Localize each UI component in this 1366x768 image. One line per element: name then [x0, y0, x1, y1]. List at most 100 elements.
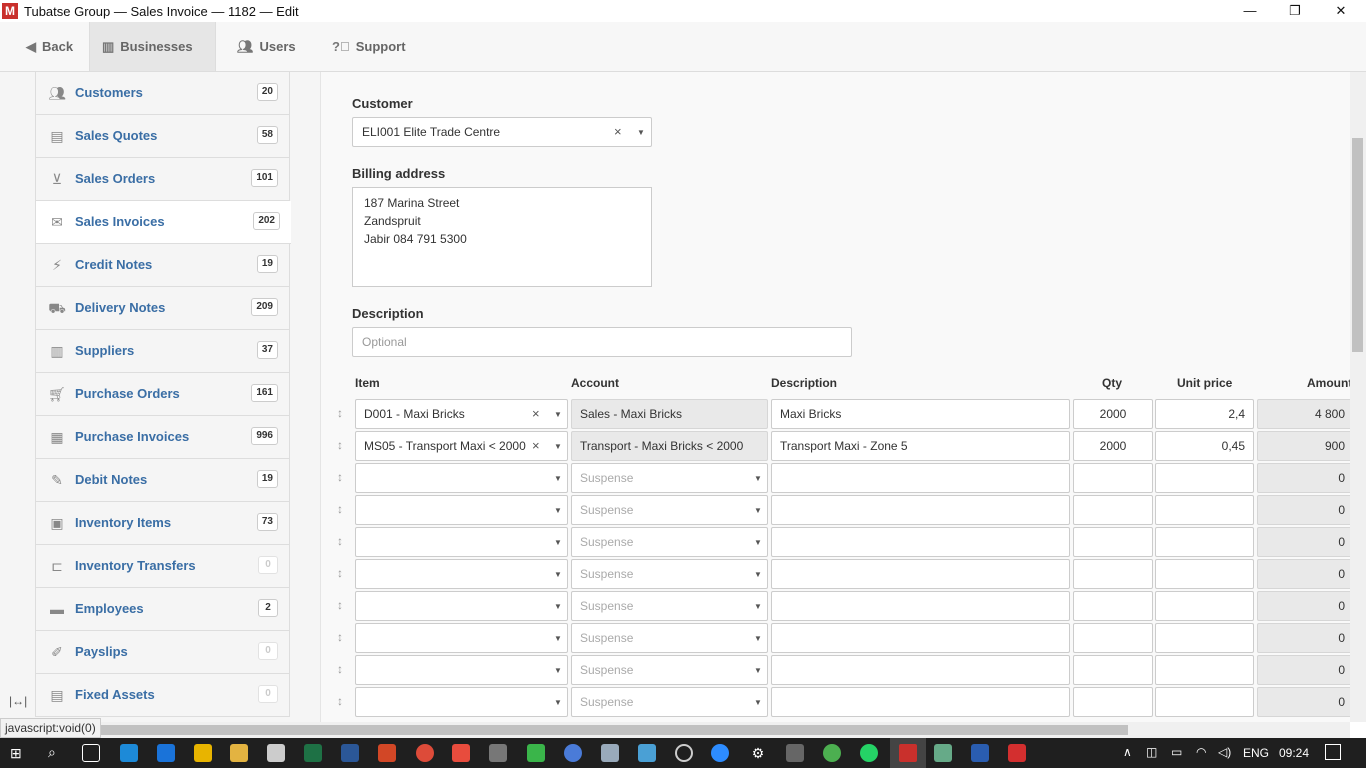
back-button[interactable]: ◀ Back	[14, 22, 85, 72]
account-select[interactable]: Suspense	[571, 527, 768, 557]
unit-price-input[interactable]	[1155, 527, 1254, 557]
item-select[interactable]	[355, 559, 568, 589]
unit-price-input[interactable]	[1155, 559, 1254, 589]
excel-icon[interactable]	[304, 744, 322, 762]
store-icon[interactable]	[267, 744, 285, 762]
description-input[interactable]: Optional	[352, 327, 852, 357]
qty-input[interactable]	[1073, 623, 1153, 653]
sidebar-item-fixed-assets[interactable]: ▤ Fixed Assets 0	[35, 674, 290, 717]
customer-select[interactable]: ELI001 Elite Trade Centre	[352, 117, 652, 147]
qty-input[interactable]: 2000	[1073, 399, 1153, 429]
line-description-input[interactable]: Transport Maxi - Zone 5	[771, 431, 1070, 461]
calculator-icon[interactable]	[786, 744, 804, 762]
unit-price-input[interactable]	[1155, 495, 1254, 525]
account-select[interactable]: Suspense	[571, 495, 768, 525]
chrome-icon[interactable]	[416, 744, 434, 762]
powerpoint-icon[interactable]	[378, 744, 396, 762]
volume-icon[interactable]: ◁)	[1218, 745, 1231, 759]
sidebar-item-purchase-invoices[interactable]: ▦ Purchase Invoices 996	[35, 416, 290, 459]
drag-handle-icon[interactable]: ↕	[337, 438, 343, 452]
clear-item-icon[interactable]: ×	[532, 406, 540, 421]
unit-price-input[interactable]	[1155, 463, 1254, 493]
expand-sidebar-icon[interactable]: |↔|	[9, 694, 27, 708]
sidebar-item-credit-notes[interactable]: ⚡︎ Credit Notes 19	[35, 244, 290, 287]
unit-price-input[interactable]	[1155, 623, 1254, 653]
file-explorer-icon[interactable]	[230, 744, 248, 762]
drag-handle-icon[interactable]: ↕	[337, 630, 343, 644]
sidebar-item-delivery-notes[interactable]: ⛟ Delivery Notes 209	[35, 287, 290, 330]
sidebar-item-payslips[interactable]: ✐ Payslips 0	[35, 631, 290, 674]
billing-address-textarea[interactable]: 187 Marina Street Zandspruit Jabir 084 7…	[352, 187, 652, 287]
account-select[interactable]: Suspense	[571, 623, 768, 653]
gauge-icon[interactable]	[675, 744, 693, 762]
sidebar-item-inventory-items[interactable]: ▣ Inventory Items 73	[35, 502, 290, 545]
account-field[interactable]: Transport - Maxi Bricks < 2000	[571, 431, 768, 461]
edge-icon[interactable]	[157, 744, 175, 762]
drag-handle-icon[interactable]: ↕	[337, 662, 343, 676]
vertical-scroll-thumb[interactable]	[1352, 138, 1363, 352]
drag-handle-icon[interactable]: ↕	[337, 470, 343, 484]
search-icon[interactable]: ⌕	[48, 744, 56, 761]
spreadsheet-icon[interactable]	[934, 744, 952, 762]
wifi-icon[interactable]: ◠	[1196, 745, 1206, 759]
line-description-input[interactable]	[771, 655, 1070, 685]
clock[interactable]: 09:24	[1279, 746, 1309, 760]
drag-handle-icon[interactable]: ↕	[337, 534, 343, 548]
manager-taskbar-item[interactable]	[890, 738, 926, 768]
game-icon[interactable]	[489, 744, 507, 762]
sidebar-item-suppliers[interactable]: ▥ Suppliers 37	[35, 330, 290, 373]
item-select[interactable]	[355, 463, 568, 493]
sidebar-item-sales-orders[interactable]: ⊻ Sales Orders 101	[35, 158, 290, 201]
unit-price-input[interactable]	[1155, 687, 1254, 717]
drag-handle-icon[interactable]: ↕	[337, 694, 343, 708]
qty-input[interactable]: 2000	[1073, 431, 1153, 461]
account-select[interactable]: Suspense	[571, 655, 768, 685]
outlook-icon[interactable]	[194, 744, 212, 762]
ie-icon[interactable]	[120, 744, 138, 762]
sidebar-item-employees[interactable]: ▬ Employees 2	[35, 588, 290, 631]
word-icon[interactable]	[341, 744, 359, 762]
line-description-input[interactable]: Maxi Bricks	[771, 399, 1070, 429]
pdf-icon[interactable]	[1008, 744, 1026, 762]
zoom-icon[interactable]	[711, 744, 729, 762]
account-select[interactable]: Suspense	[571, 591, 768, 621]
drag-handle-icon[interactable]: ↕	[337, 598, 343, 612]
account-select[interactable]: Suspense	[571, 687, 768, 717]
sidebar-item-inventory-transfers[interactable]: ⊏ Inventory Transfers 0	[35, 545, 290, 588]
green-app-icon[interactable]	[527, 744, 545, 762]
sidebar-item-sales-invoices[interactable]: ✉ Sales Invoices 202	[35, 201, 291, 244]
vertical-scrollbar[interactable]	[1350, 72, 1366, 722]
settings-gear-icon[interactable]: ⚙	[749, 744, 767, 762]
horizontal-scroll-thumb[interactable]	[40, 725, 1128, 735]
line-description-input[interactable]	[771, 591, 1070, 621]
qty-input[interactable]	[1073, 559, 1153, 589]
drag-handle-icon[interactable]: ↕	[337, 502, 343, 516]
qty-input[interactable]	[1073, 687, 1153, 717]
sidebar-item-purchase-orders[interactable]: 🛒︎ Purchase Orders 161	[35, 373, 290, 416]
drag-handle-icon[interactable]: ↕	[337, 566, 343, 580]
users-tab[interactable]: 👥︎ Users	[225, 22, 308, 72]
horizontal-scrollbar[interactable]	[0, 722, 1350, 738]
account-select[interactable]: Suspense	[571, 463, 768, 493]
qty-input[interactable]	[1073, 495, 1153, 525]
whatsapp-icon[interactable]	[860, 744, 878, 762]
sidebar-item-customers[interactable]: 👥︎ Customers 20	[35, 72, 290, 115]
note-icon[interactable]	[601, 744, 619, 762]
monitor-icon[interactable]	[638, 744, 656, 762]
item-select[interactable]	[355, 655, 568, 685]
minimize-button[interactable]: —	[1227, 0, 1273, 22]
line-description-input[interactable]	[771, 527, 1070, 557]
line-description-input[interactable]	[771, 687, 1070, 717]
businesses-tab[interactable]: ▥ Businesses	[89, 22, 216, 72]
support-tab[interactable]: ?⃝ Support	[320, 22, 418, 72]
qty-input[interactable]	[1073, 591, 1153, 621]
remote-icon[interactable]	[971, 744, 989, 762]
item-select[interactable]	[355, 591, 568, 621]
notifications-icon[interactable]	[1325, 744, 1341, 760]
qty-input[interactable]	[1073, 655, 1153, 685]
restore-button[interactable]: ❐	[1272, 0, 1318, 22]
windows-start-icon[interactable]: ⊞	[10, 745, 26, 761]
unit-price-input[interactable]	[1155, 591, 1254, 621]
battery-icon[interactable]: ▭	[1171, 745, 1182, 759]
anydesk-icon[interactable]	[452, 744, 470, 762]
